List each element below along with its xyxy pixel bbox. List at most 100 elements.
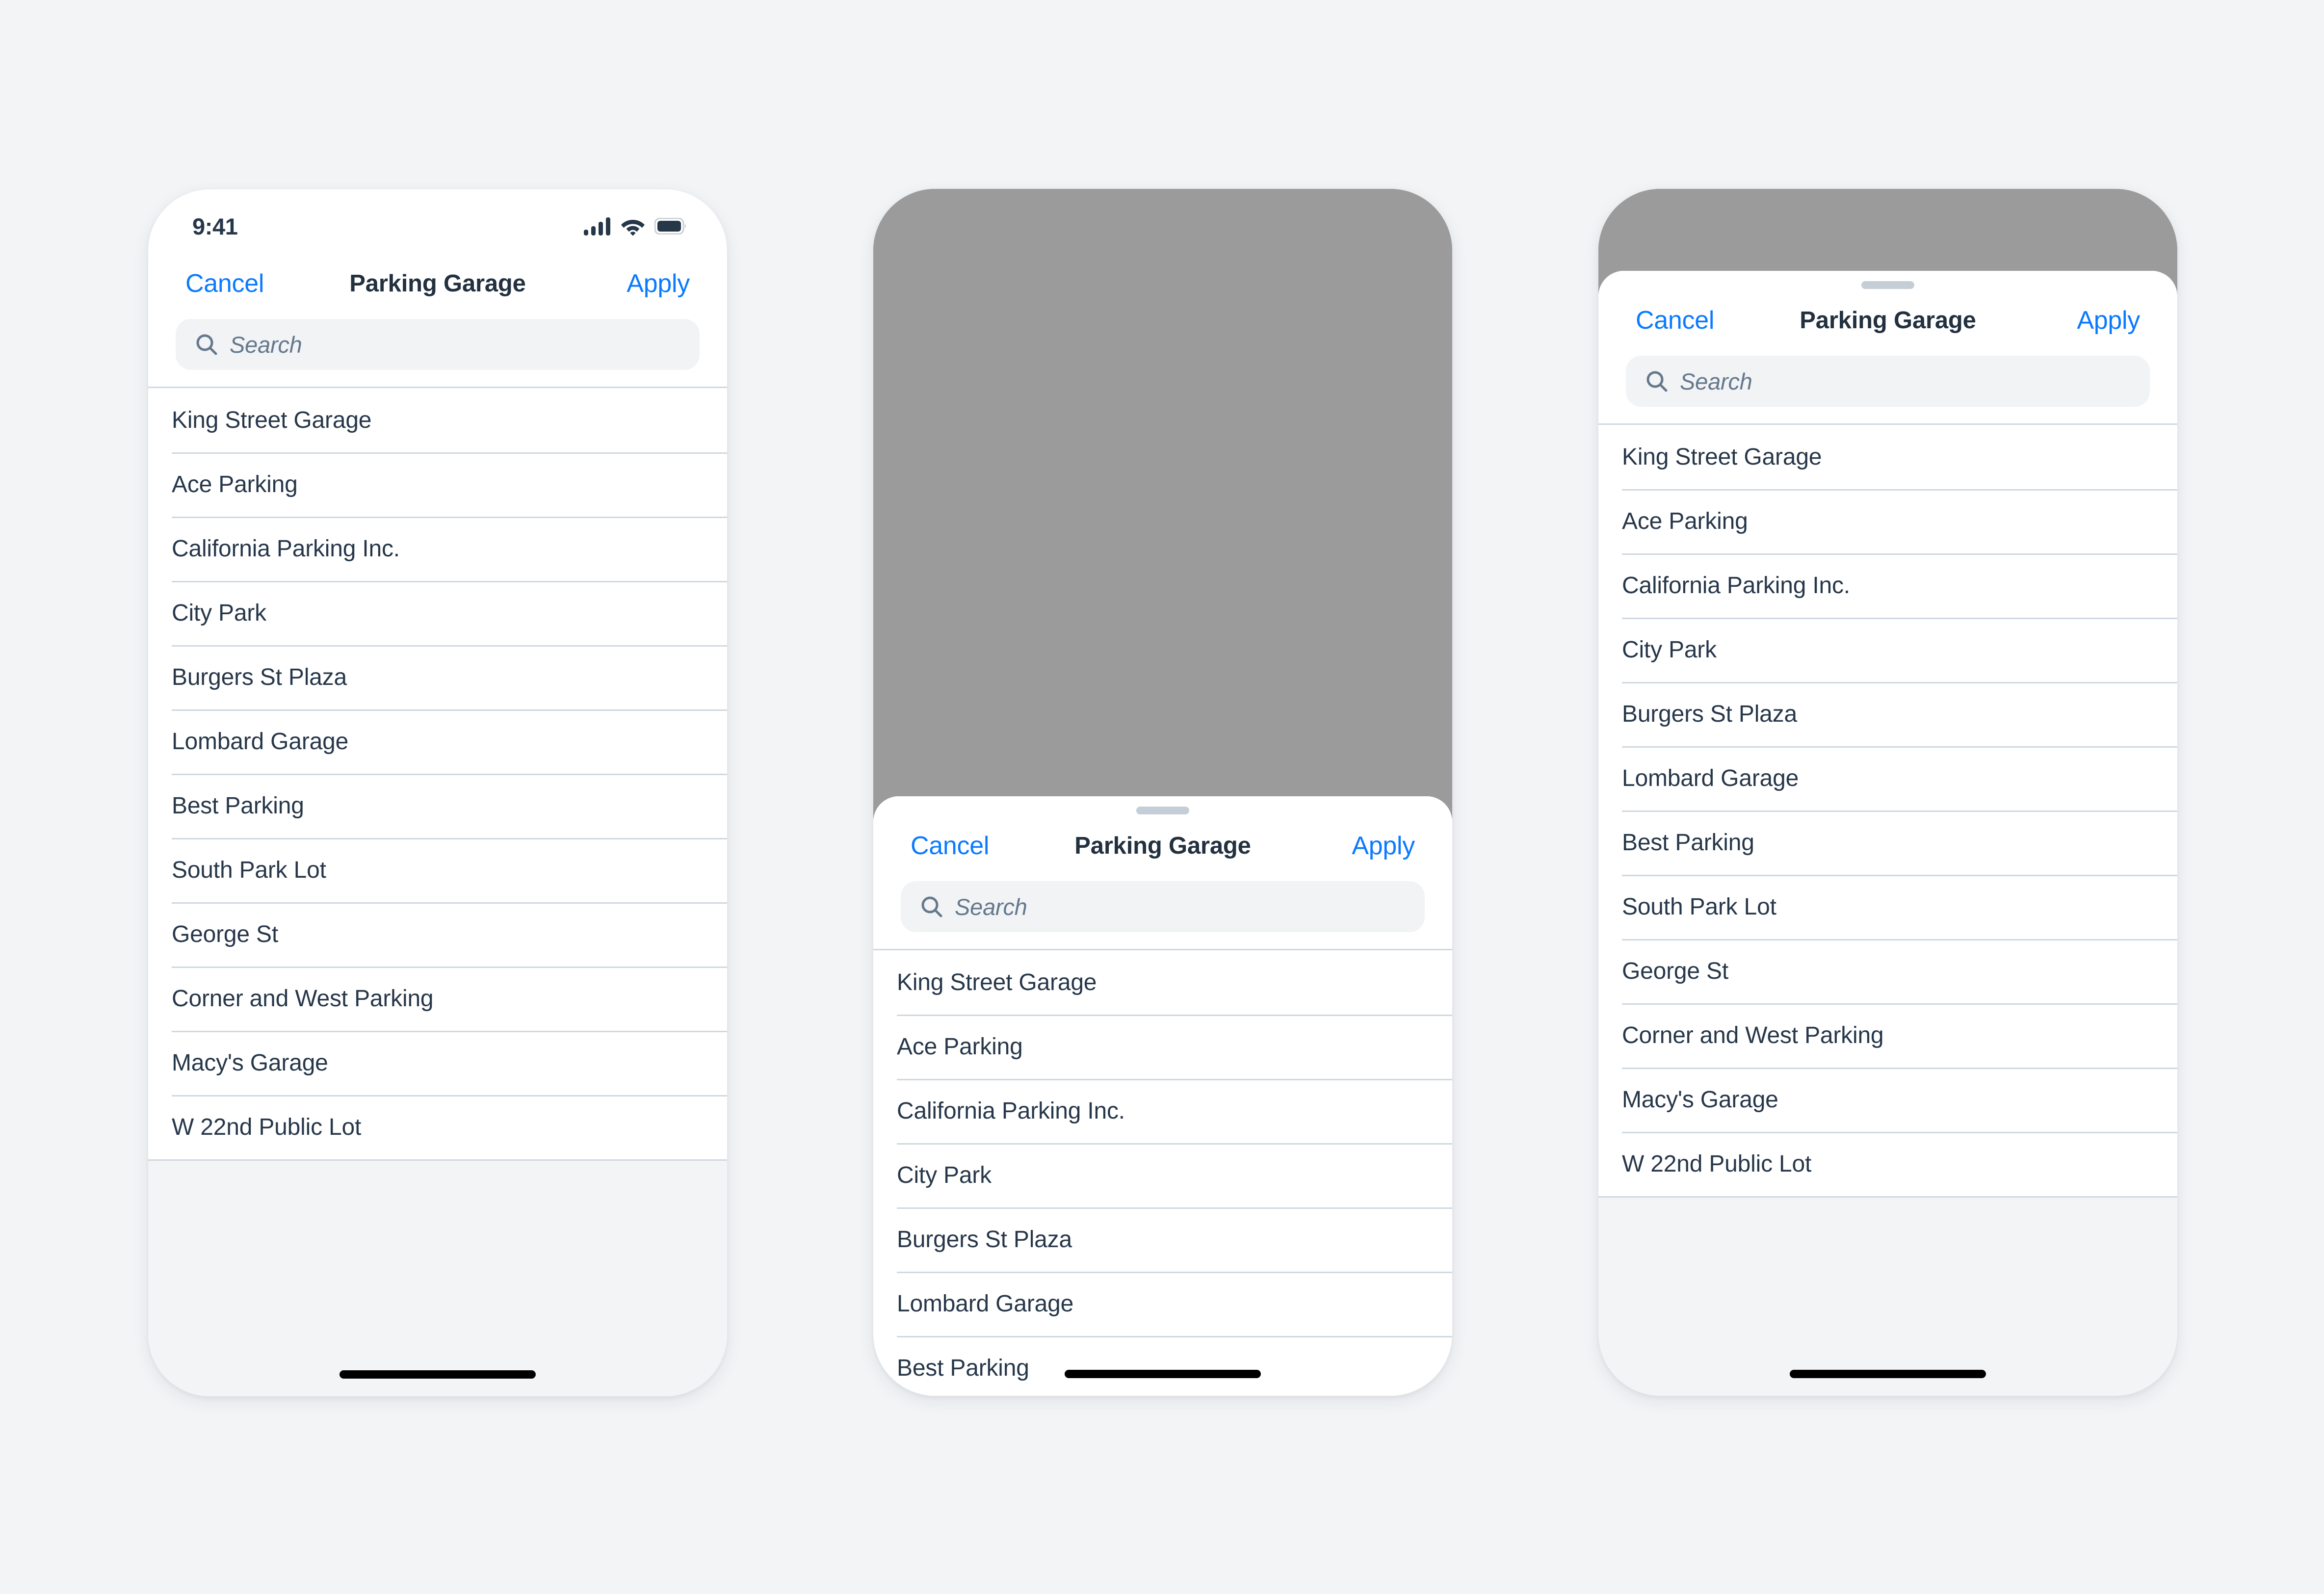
list-item[interactable]: W 22nd Public Lot — [1598, 1132, 2177, 1196]
search-bar-container-3: Search — [1598, 352, 2177, 423]
garage-list-1: King Street Garage Ace Parking Californi… — [148, 387, 727, 1161]
list-item[interactable]: Best Parking — [873, 1336, 1452, 1396]
panel-header-2: Cancel Parking Garage Apply Search — [873, 796, 1452, 949]
list-item-label: South Park Lot — [172, 857, 326, 883]
home-indicator[interactable] — [339, 1370, 536, 1379]
list-item-label: Best Parking — [1622, 830, 1754, 856]
list-item[interactable]: King Street Garage — [148, 388, 727, 452]
list-item-label: Ace Parking — [172, 471, 298, 497]
list-item-label: City Park — [897, 1162, 992, 1188]
screen-3: Cancel Parking Garage Apply Search King … — [1598, 189, 2177, 1396]
list-item-label: Best Parking — [897, 1355, 1029, 1381]
list-item-label: Ace Parking — [897, 1034, 1023, 1060]
search-placeholder: Search — [230, 331, 302, 358]
apply-button[interactable]: Apply — [2077, 306, 2140, 335]
list-item[interactable]: Burgers St Plaza — [873, 1207, 1452, 1272]
list-item-label: California Parking Inc. — [897, 1098, 1125, 1124]
cancel-button[interactable]: Cancel — [911, 831, 989, 861]
search-input[interactable]: Search — [176, 319, 700, 370]
list-item[interactable]: Burgers St Plaza — [1598, 682, 2177, 746]
empty-area-3 — [1598, 1198, 2177, 1396]
sheet-grabber-handle[interactable] — [1861, 281, 1914, 289]
list-item[interactable]: Macy's Garage — [148, 1031, 727, 1095]
list-item[interactable]: Ace Parking — [148, 452, 727, 517]
list-item-label: Corner and West Parking — [1622, 1022, 1884, 1048]
list-item-label: Burgers St Plaza — [1622, 701, 1797, 727]
wifi-icon — [621, 217, 645, 235]
search-input[interactable]: Search — [901, 881, 1425, 932]
apply-button[interactable]: Apply — [1352, 831, 1415, 861]
garage-list-3: King Street Garage Ace Parking Californi… — [1598, 423, 2177, 1198]
search-icon — [1645, 370, 1668, 392]
list-item-label: California Parking Inc. — [172, 536, 400, 562]
list-item-label: Lombard Garage — [897, 1291, 1074, 1317]
list-item[interactable]: City Park — [148, 581, 727, 645]
list-item[interactable]: Best Parking — [1598, 810, 2177, 875]
list-item-label: Burgers St Plaza — [897, 1227, 1072, 1253]
list-item-label: Lombard Garage — [1622, 765, 1799, 791]
search-bar-container-1: Search — [148, 315, 727, 387]
list-item[interactable]: Lombard Garage — [1598, 746, 2177, 810]
battery-icon — [654, 218, 687, 235]
list-item[interactable]: Ace Parking — [1598, 489, 2177, 553]
list-item[interactable]: Best Parking — [148, 774, 727, 838]
search-input[interactable]: Search — [1626, 356, 2150, 407]
phone-mockup-bottom-sheet-partial: Cancel Parking Garage Apply Search King … — [873, 189, 1452, 1396]
list-item[interactable]: W 22nd Public Lot — [148, 1095, 727, 1159]
list-item[interactable]: Corner and West Parking — [148, 967, 727, 1031]
list-item-label: California Parking Inc. — [1622, 573, 1850, 599]
list-item-label: W 22nd Public Lot — [172, 1114, 362, 1140]
sheet-grabber-container-2[interactable] — [873, 796, 1452, 814]
nav-bar-2: Cancel Parking Garage Apply — [873, 814, 1452, 877]
list-item-label: South Park Lot — [1622, 894, 1776, 920]
panel-header-1: Cancel Parking Garage Apply Search — [148, 252, 727, 387]
list-item-label: King Street Garage — [897, 969, 1097, 995]
search-icon — [920, 895, 943, 918]
list-item-label: City Park — [1622, 637, 1717, 663]
list-item[interactable]: City Park — [873, 1143, 1452, 1207]
panel-header-3: Cancel Parking Garage Apply Search — [1598, 271, 2177, 423]
list-item[interactable]: George St — [1598, 939, 2177, 1003]
home-indicator[interactable] — [1065, 1370, 1261, 1378]
home-indicator[interactable] — [1790, 1370, 1986, 1378]
garage-list-2: King Street Garage Ace Parking Californi… — [873, 949, 1452, 1396]
sheet-grabber-handle[interactable] — [1136, 807, 1189, 814]
list-item-label: Burgers St Plaza — [172, 664, 347, 690]
apply-button[interactable]: Apply — [627, 269, 690, 298]
list-item-label: City Park — [172, 600, 266, 626]
cancel-button[interactable]: Cancel — [185, 269, 264, 298]
phone-mockup-fullscreen-modal: 9:41 Cancel Parking Garage Apply Search … — [148, 189, 727, 1396]
list-item[interactable]: California Parking Inc. — [1598, 553, 2177, 618]
list-item[interactable]: California Parking Inc. — [148, 517, 727, 581]
list-item-label: Lombard Garage — [172, 729, 349, 755]
list-item[interactable]: Corner and West Parking — [1598, 1003, 2177, 1068]
empty-area-1 — [148, 1161, 727, 1396]
list-item[interactable]: King Street Garage — [873, 950, 1452, 1015]
cancel-button[interactable]: Cancel — [1636, 306, 1714, 335]
list-item[interactable]: Burgers St Plaza — [148, 645, 727, 709]
list-item[interactable]: King Street Garage — [1598, 425, 2177, 489]
list-item[interactable]: California Parking Inc. — [873, 1079, 1452, 1143]
list-item-label: W 22nd Public Lot — [1622, 1151, 1812, 1177]
list-item[interactable]: Macy's Garage — [1598, 1068, 2177, 1132]
cellular-signal-icon — [584, 217, 611, 235]
screen-1: 9:41 Cancel Parking Garage Apply Search … — [148, 189, 727, 1396]
list-item[interactable]: South Park Lot — [148, 838, 727, 902]
modal-panel-1: Cancel Parking Garage Apply Search King … — [148, 252, 727, 1396]
list-item[interactable]: City Park — [1598, 618, 2177, 682]
search-placeholder: Search — [955, 893, 1027, 920]
sheet-grabber-container-3[interactable] — [1598, 271, 2177, 289]
status-bar: 9:41 — [148, 189, 727, 252]
list-item-label: Best Parking — [172, 793, 304, 819]
list-item[interactable]: Ace Parking — [873, 1015, 1452, 1079]
phone-mockup-bottom-sheet-large: Cancel Parking Garage Apply Search King … — [1598, 189, 2177, 1396]
list-item[interactable]: South Park Lot — [1598, 875, 2177, 939]
list-item[interactable]: George St — [148, 902, 727, 967]
list-item-label: Ace Parking — [1622, 508, 1748, 534]
list-item[interactable]: Lombard Garage — [873, 1272, 1452, 1336]
search-bar-container-2: Search — [873, 877, 1452, 949]
list-item-label: King Street Garage — [172, 407, 372, 433]
list-item-label: George St — [1622, 958, 1728, 984]
list-item-label: Macy's Garage — [1622, 1087, 1778, 1113]
list-item[interactable]: Lombard Garage — [148, 709, 727, 774]
